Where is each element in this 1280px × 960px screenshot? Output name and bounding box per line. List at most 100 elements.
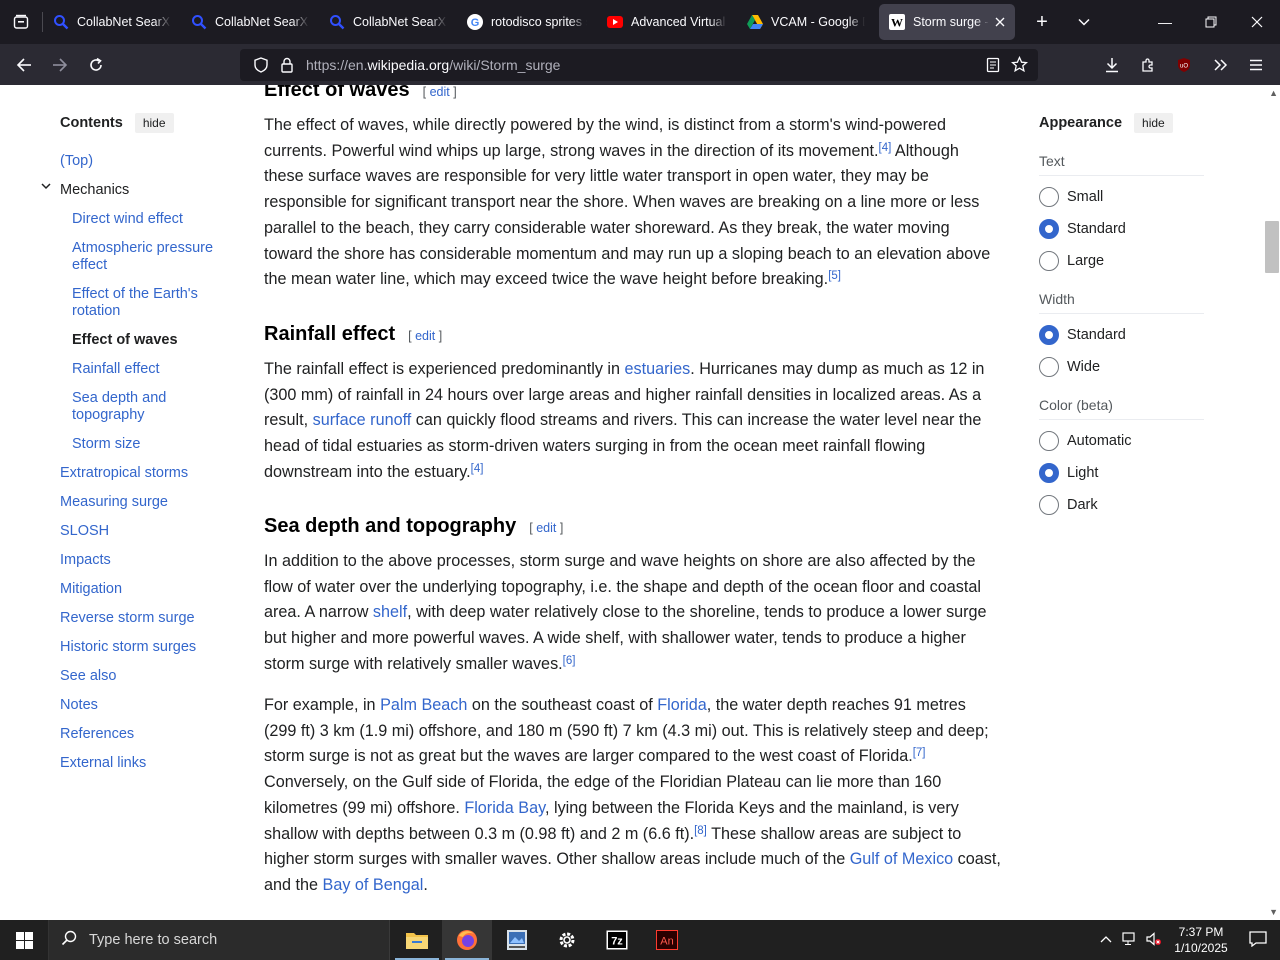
radio-text-standard[interactable]: Standard — [1039, 219, 1126, 239]
scroll-down-arrow-icon[interactable]: ▼ — [1269, 907, 1278, 917]
lock-icon[interactable] — [274, 52, 300, 78]
wiki-link[interactable]: Florida Bay — [464, 799, 545, 817]
taskbar-7zip[interactable]: 7z — [592, 920, 642, 960]
toc-item-historic-storm-surges[interactable]: Historic storm surges — [60, 639, 196, 656]
toc-item-rainfall-effect[interactable]: Rainfall effect — [72, 361, 222, 378]
edit-section-link[interactable]: [ edit ] — [529, 521, 563, 535]
radio-circle[interactable] — [1039, 357, 1059, 377]
toc-item-atmospheric-pressure-effect[interactable]: Atmospheric pressure effect — [72, 240, 222, 274]
toc-item-extratropical-storms[interactable]: Extratropical storms — [60, 465, 188, 482]
radio-color-dark[interactable]: Dark — [1039, 495, 1098, 515]
appearance-hide-button[interactable]: hide — [1134, 113, 1173, 133]
tab[interactable]: CollabNet SearXNG — [181, 4, 319, 40]
tab[interactable]: CollabNet SearXNG — [319, 4, 457, 40]
radio-circle[interactable] — [1039, 495, 1059, 515]
toc-item-storm-size[interactable]: Storm size — [72, 436, 222, 453]
address-bar[interactable]: https://en.wikipedia.org/wiki/Storm_surg… — [240, 48, 1038, 81]
toc-item-direct-wind-effect[interactable]: Direct wind effect — [72, 211, 222, 228]
radio-circle[interactable] — [1039, 463, 1059, 483]
downloads-button[interactable] — [1094, 49, 1130, 81]
citation-link[interactable]: [4] — [471, 463, 484, 475]
wiki-link[interactable]: Bay of Bengal — [323, 876, 424, 894]
start-button[interactable] — [0, 920, 48, 960]
toc-item-impacts[interactable]: Impacts — [60, 552, 111, 569]
new-tab-button[interactable]: + — [1021, 0, 1063, 44]
toc-item-see-also[interactable]: See also — [60, 668, 116, 685]
more-tools-button[interactable] — [1202, 49, 1238, 81]
volume-muted-icon[interactable] — [1142, 931, 1166, 949]
wiki-link[interactable]: estuaries — [625, 360, 691, 378]
edit-section-link[interactable]: [ edit ] — [423, 85, 457, 99]
citation-link[interactable]: [5] — [828, 270, 841, 282]
taskbar-app-3[interactable] — [492, 920, 542, 960]
bookmark-star-icon[interactable] — [1006, 52, 1032, 78]
citation-link[interactable]: [8] — [694, 825, 707, 837]
edit-section-link[interactable]: [ edit ] — [408, 329, 442, 343]
network-icon[interactable] — [1118, 931, 1142, 949]
wiki-link[interactable]: shelf — [373, 603, 407, 621]
extensions-button[interactable] — [1130, 49, 1166, 81]
reload-button[interactable] — [78, 49, 114, 81]
toc-item-mechanics[interactable]: Mechanics — [41, 182, 129, 199]
reader-view-icon[interactable] — [980, 52, 1006, 78]
wiki-link[interactable]: surface runoff — [313, 411, 412, 429]
toc-item-notes[interactable]: Notes — [60, 697, 98, 714]
toc-item-effect-of-waves[interactable]: Effect of waves — [72, 332, 222, 349]
toc-item-reverse-storm-surge[interactable]: Reverse storm surge — [60, 610, 195, 627]
chevron-down-icon[interactable] — [40, 179, 52, 196]
radio-circle[interactable] — [1039, 431, 1059, 451]
forward-button[interactable] — [42, 49, 78, 81]
app-menu-button[interactable] — [1238, 49, 1274, 81]
radio-circle[interactable] — [1039, 325, 1059, 345]
wiki-link[interactable]: Palm Beach — [380, 696, 467, 714]
radio-width-standard[interactable]: Standard — [1039, 325, 1126, 345]
taskbar-clock[interactable]: 7:37 PM 1/10/2025 — [1166, 924, 1236, 956]
show-hidden-icons-chevron-icon[interactable] — [1094, 933, 1118, 947]
toc-item-measuring-surge[interactable]: Measuring surge — [60, 494, 168, 511]
taskbar-firefox[interactable] — [442, 920, 492, 960]
toc-item-effect-of-the-earth-s-rotation[interactable]: Effect of the Earth's rotation — [72, 286, 222, 320]
tab[interactable]: Advanced Virtual C — [597, 4, 737, 40]
wiki-link[interactable]: Florida — [657, 696, 706, 714]
citation-link[interactable]: [7] — [913, 747, 926, 760]
page-scrollbar[interactable]: ▲ ▼ — [1263, 85, 1280, 920]
radio-color-light[interactable]: Light — [1039, 463, 1098, 483]
radio-width-wide[interactable]: Wide — [1039, 357, 1100, 377]
citation-link[interactable]: [4] — [879, 142, 892, 154]
taskbar-file-explorer[interactable] — [392, 920, 442, 960]
citation-link[interactable]: [6] — [563, 655, 576, 667]
minimize-button[interactable]: — — [1142, 0, 1188, 44]
toc-item-mitigation[interactable]: Mitigation — [60, 581, 122, 598]
close-window-button[interactable] — [1234, 0, 1280, 44]
tab[interactable]: VCAM - Google Dri — [737, 4, 875, 40]
taskbar-adobe-animate[interactable]: An — [642, 920, 692, 960]
toc-item-top[interactable]: (Top) — [60, 153, 93, 170]
notification-center-icon[interactable] — [1236, 930, 1280, 950]
radio-color-automatic[interactable]: Automatic — [1039, 431, 1131, 451]
url-text[interactable]: https://en.wikipedia.org/wiki/Storm_surg… — [306, 57, 560, 73]
toc-item-slosh[interactable]: SLOSH — [60, 523, 109, 540]
list-all-tabs-button[interactable] — [1063, 0, 1105, 44]
restore-button[interactable] — [1188, 0, 1234, 44]
close-tab-icon[interactable] — [995, 14, 1005, 30]
scrollbar-thumb[interactable] — [1265, 221, 1279, 273]
toc-item-external-links[interactable]: External links — [60, 755, 146, 772]
radio-circle[interactable] — [1039, 251, 1059, 271]
shield-icon[interactable] — [248, 52, 274, 78]
toc-item-references[interactable]: References — [60, 726, 134, 743]
scroll-up-arrow-icon[interactable]: ▲ — [1269, 88, 1278, 98]
tab-active[interactable]: W Storm surge - Wiki — [879, 4, 1015, 40]
back-button[interactable] — [6, 49, 42, 81]
firefox-view-button[interactable] — [0, 0, 42, 44]
radio-circle[interactable] — [1039, 219, 1059, 239]
wiki-link[interactable]: Gulf of Mexico — [850, 850, 953, 868]
ublock-origin-button[interactable]: uO — [1166, 49, 1202, 81]
toc-hide-button[interactable]: hide — [134, 113, 174, 133]
taskbar-search-box[interactable]: Type here to search — [48, 920, 390, 960]
tab[interactable]: CollabNet SearXNG — [43, 4, 181, 40]
radio-circle[interactable] — [1039, 187, 1059, 207]
tab[interactable]: Grotodisco sprites s — [457, 4, 597, 40]
radio-text-small[interactable]: Small — [1039, 187, 1103, 207]
toc-item-sea-depth-and-topography[interactable]: Sea depth and topography — [72, 390, 222, 424]
taskbar-settings[interactable] — [542, 920, 592, 960]
